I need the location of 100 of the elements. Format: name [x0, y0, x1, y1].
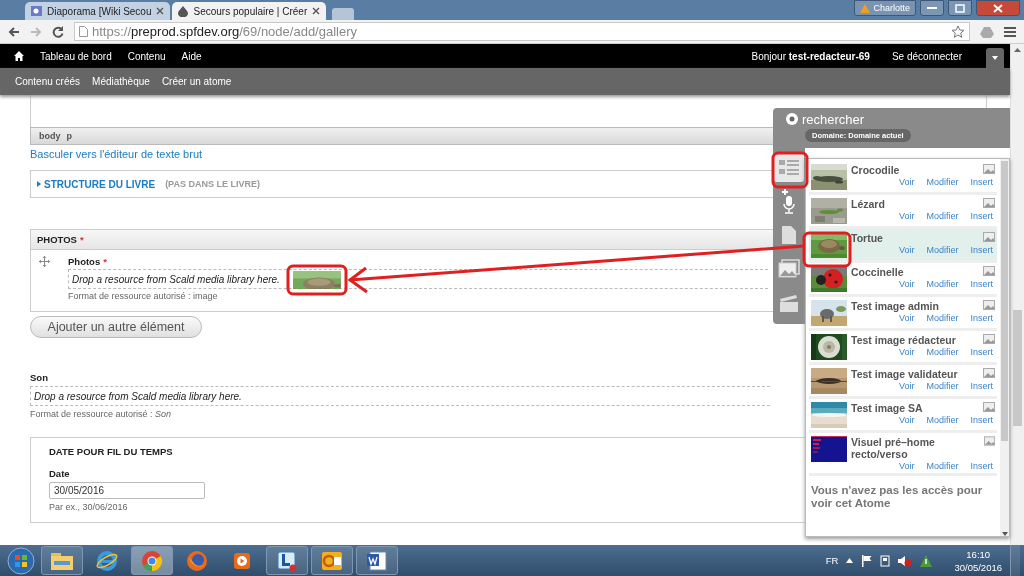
network-warning-icon[interactable]	[920, 554, 933, 567]
atom-title: Coccinelle	[851, 266, 904, 278]
device-icon[interactable]	[880, 554, 891, 567]
atom-action-link[interactable]: Voir	[898, 381, 915, 391]
scrollbar-thumb[interactable]	[1013, 310, 1022, 426]
maximize-button[interactable]	[948, 0, 972, 16]
atom-action-link[interactable]: Insert	[970, 347, 993, 357]
atom-item[interactable]: Test image SA Voir Modifier Insert	[809, 399, 997, 433]
chevron-up-icon[interactable]	[846, 558, 854, 563]
atom-item[interactable]: Visuel pré–home recto/verso Voir Modifier Insert	[809, 433, 997, 476]
close-button[interactable]	[976, 0, 1020, 16]
clapperboard-icon	[778, 293, 800, 313]
atom-action-link[interactable]: Modifier	[926, 313, 959, 323]
atom-item[interactable]: Test image rédacteur Voir Modifier Insert	[809, 331, 997, 365]
atom-item[interactable]: Lézard Voir Modifier Insert	[809, 195, 997, 229]
drop-zone[interactable]: Drop a resource from Scald media library here.	[30, 386, 770, 406]
shortcut-link[interactable]: Médiathèque	[92, 76, 150, 87]
atom-action-link[interactable]: Insert	[970, 461, 993, 471]
browser-tab[interactable]: Diaporama [Wiki Secou	[25, 2, 171, 20]
atom-action-link[interactable]: Modifier	[926, 415, 959, 425]
atom-item[interactable]: Coccinelle Voir Modifier Insert	[809, 263, 997, 297]
add-item-button[interactable]: Ajouter un autre élément	[30, 316, 202, 338]
toolbar-link[interactable]: Aide	[181, 50, 202, 62]
atom-action-link[interactable]: Voir	[898, 461, 915, 471]
scroll-down-icon[interactable]	[1001, 532, 1008, 536]
atom-action-link[interactable]: Insert	[970, 313, 993, 323]
scrollbar-thumb[interactable]	[1001, 161, 1008, 441]
play-icon	[233, 551, 251, 570]
start-button[interactable]	[4, 545, 38, 576]
toolbar-link[interactable]: Tableau de bord	[40, 50, 112, 62]
volume-muted-icon[interactable]	[898, 554, 913, 567]
path-item[interactable]: p	[66, 131, 72, 141]
atom-action-link[interactable]: Voir	[898, 347, 915, 357]
minimize-button[interactable]	[920, 0, 944, 16]
menu-icon[interactable]	[1004, 25, 1016, 38]
image-icon	[983, 436, 995, 446]
search-field[interactable]: rechercher	[802, 111, 952, 127]
back-icon[interactable]	[8, 25, 20, 38]
atom-action-link[interactable]: Insert	[970, 211, 993, 221]
folder-icon	[50, 550, 74, 571]
atom-action-link[interactable]: Modifier	[926, 461, 959, 471]
atom-action-link[interactable]: Modifier	[926, 347, 959, 357]
outlook-icon	[321, 549, 343, 572]
atom-action-link[interactable]: Voir	[898, 211, 915, 221]
atom-action-link[interactable]: Modifier	[926, 245, 959, 255]
taskbar-button[interactable]	[266, 546, 308, 575]
taskbar-button[interactable]	[311, 546, 353, 575]
atom-item[interactable]: Tortue Voir Modifier Insert	[809, 229, 997, 263]
atom-action-link[interactable]: Voir	[898, 177, 915, 187]
image-icon	[983, 368, 995, 378]
flag-icon[interactable]	[861, 554, 873, 567]
atom-action-link[interactable]: Insert	[970, 279, 993, 289]
atom-action-link[interactable]: Insert	[970, 245, 993, 255]
date-field[interactable]: 30/05/2016	[49, 482, 205, 499]
clock[interactable]: 16:10 30/05/2016	[954, 548, 1002, 573]
close-icon[interactable]	[156, 7, 165, 15]
atom-action-link[interactable]: Modifier	[926, 211, 959, 221]
taskbar-button[interactable]	[41, 546, 83, 575]
scroll-up-icon[interactable]	[1014, 48, 1021, 52]
switch-editor-link[interactable]: Basculer vers l'éditeur de texte brut	[30, 148, 203, 160]
book-structure-toggle[interactable]: STRUCTURE DU LIVRE	[37, 178, 156, 190]
drag-handle-icon[interactable]	[39, 256, 50, 267]
search-toggle-icon[interactable]	[783, 112, 799, 126]
atom-item[interactable]: Crocodile Voir Modifier Insert	[809, 161, 997, 195]
shortcut-link[interactable]: Créer un atome	[161, 76, 232, 87]
atom-action-link[interactable]: Voir	[898, 245, 915, 255]
logout-link[interactable]: Se déconnecter	[891, 50, 962, 62]
shortcut-link[interactable]: Contenu créés	[15, 76, 81, 87]
required-mark: *	[79, 234, 84, 245]
star-icon[interactable]	[951, 24, 965, 39]
close-icon[interactable]	[312, 7, 321, 15]
microphone-icon	[780, 188, 798, 214]
image-icon	[983, 300, 995, 310]
language-indicator[interactable]: FR	[825, 555, 839, 566]
browser-tab[interactable]: Secours populaire | Créer	[172, 2, 327, 20]
dropdown-button[interactable]	[986, 48, 1004, 68]
atom-action-link[interactable]: Insert	[970, 177, 993, 187]
atom-action-link[interactable]: Modifier	[926, 381, 959, 391]
caret-icon	[37, 181, 41, 187]
atom-action-link[interactable]: Modifier	[926, 279, 959, 289]
atom-action-link[interactable]: Modifier	[926, 177, 959, 187]
section-title: DATE POUR FIL DU TEMPS	[49, 446, 173, 457]
taskbar-button[interactable]	[356, 546, 398, 575]
reload-icon[interactable]	[52, 25, 64, 38]
page-scrollbar[interactable]	[1010, 44, 1024, 545]
atom-action-link[interactable]: Voir	[898, 415, 915, 425]
home-icon[interactable]	[14, 51, 24, 61]
atom-item[interactable]: Test image admin Voir Modifier Insert	[809, 297, 997, 331]
address-field[interactable]: https://preprod.spfdev.org/69/node/add/gallery	[74, 22, 970, 41]
toolbar-link[interactable]: Contenu	[127, 50, 166, 62]
atom-title: Visuel pré–home recto/verso	[851, 436, 936, 460]
atom-action-link[interactable]: Insert	[970, 381, 993, 391]
list-scrollbar[interactable]	[1000, 159, 1009, 536]
atom-action-link[interactable]: Voir	[898, 279, 915, 289]
atom-item[interactable]: Test image validateur Voir Modifier Insert	[809, 365, 997, 399]
path-item[interactable]: body	[39, 131, 61, 141]
atom-action-link[interactable]: Insert	[970, 415, 993, 425]
atom-action-link[interactable]: Voir	[898, 313, 915, 323]
browser-icon	[96, 549, 118, 572]
profile-button[interactable]: Charlotte	[854, 0, 916, 16]
